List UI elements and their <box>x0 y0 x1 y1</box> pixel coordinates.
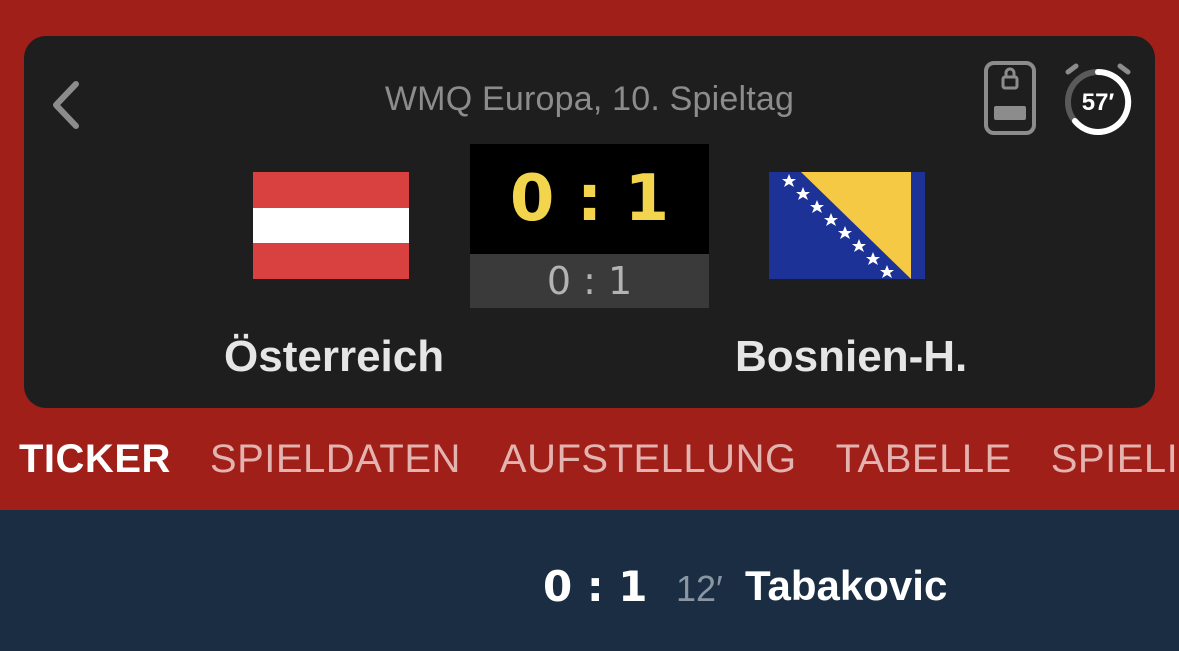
tab-ticker[interactable]: TICKER <box>0 437 191 482</box>
match-timer: 57′ <box>1058 60 1138 140</box>
scoreboard: 0 : 1 0 : 1 <box>470 144 709 308</box>
goal-event-minute: 12′ <box>676 568 723 609</box>
lockscreen-widget-button[interactable] <box>982 60 1038 136</box>
match-header-card: WMQ Europa, 10. Spieltag 57′ 0 : 1 0 : 1 <box>24 36 1155 408</box>
tab-spielinfo[interactable]: SPIELINFO <box>1032 437 1179 482</box>
halftime-score: 0 : 1 <box>470 254 709 308</box>
home-team-name[interactable]: Österreich <box>224 332 444 382</box>
tab-tabelle[interactable]: TABELLE <box>817 437 1032 482</box>
match-minute: 57′ <box>1081 89 1115 116</box>
current-score: 0 : 1 <box>470 144 709 254</box>
goal-event-score: 0 : 1 <box>543 562 648 611</box>
tab-aufstellung[interactable]: AUFSTELLUNG <box>481 437 817 482</box>
tab-spieldaten[interactable]: SPIELDATEN <box>191 437 481 482</box>
away-team-flag[interactable] <box>769 172 925 279</box>
goal-event-scorer: Tabakovic <box>745 562 948 609</box>
away-team-name[interactable]: Bosnien-H. <box>735 332 967 382</box>
phone-lock-icon <box>984 61 1036 135</box>
ticker-feed: 0 : 1 12′ Tabakovic <box>0 510 1179 651</box>
home-team-flag[interactable] <box>253 172 409 279</box>
match-tab-bar: TICKER SPIELDATEN AUFSTELLUNG TABELLE SP… <box>0 408 1179 510</box>
